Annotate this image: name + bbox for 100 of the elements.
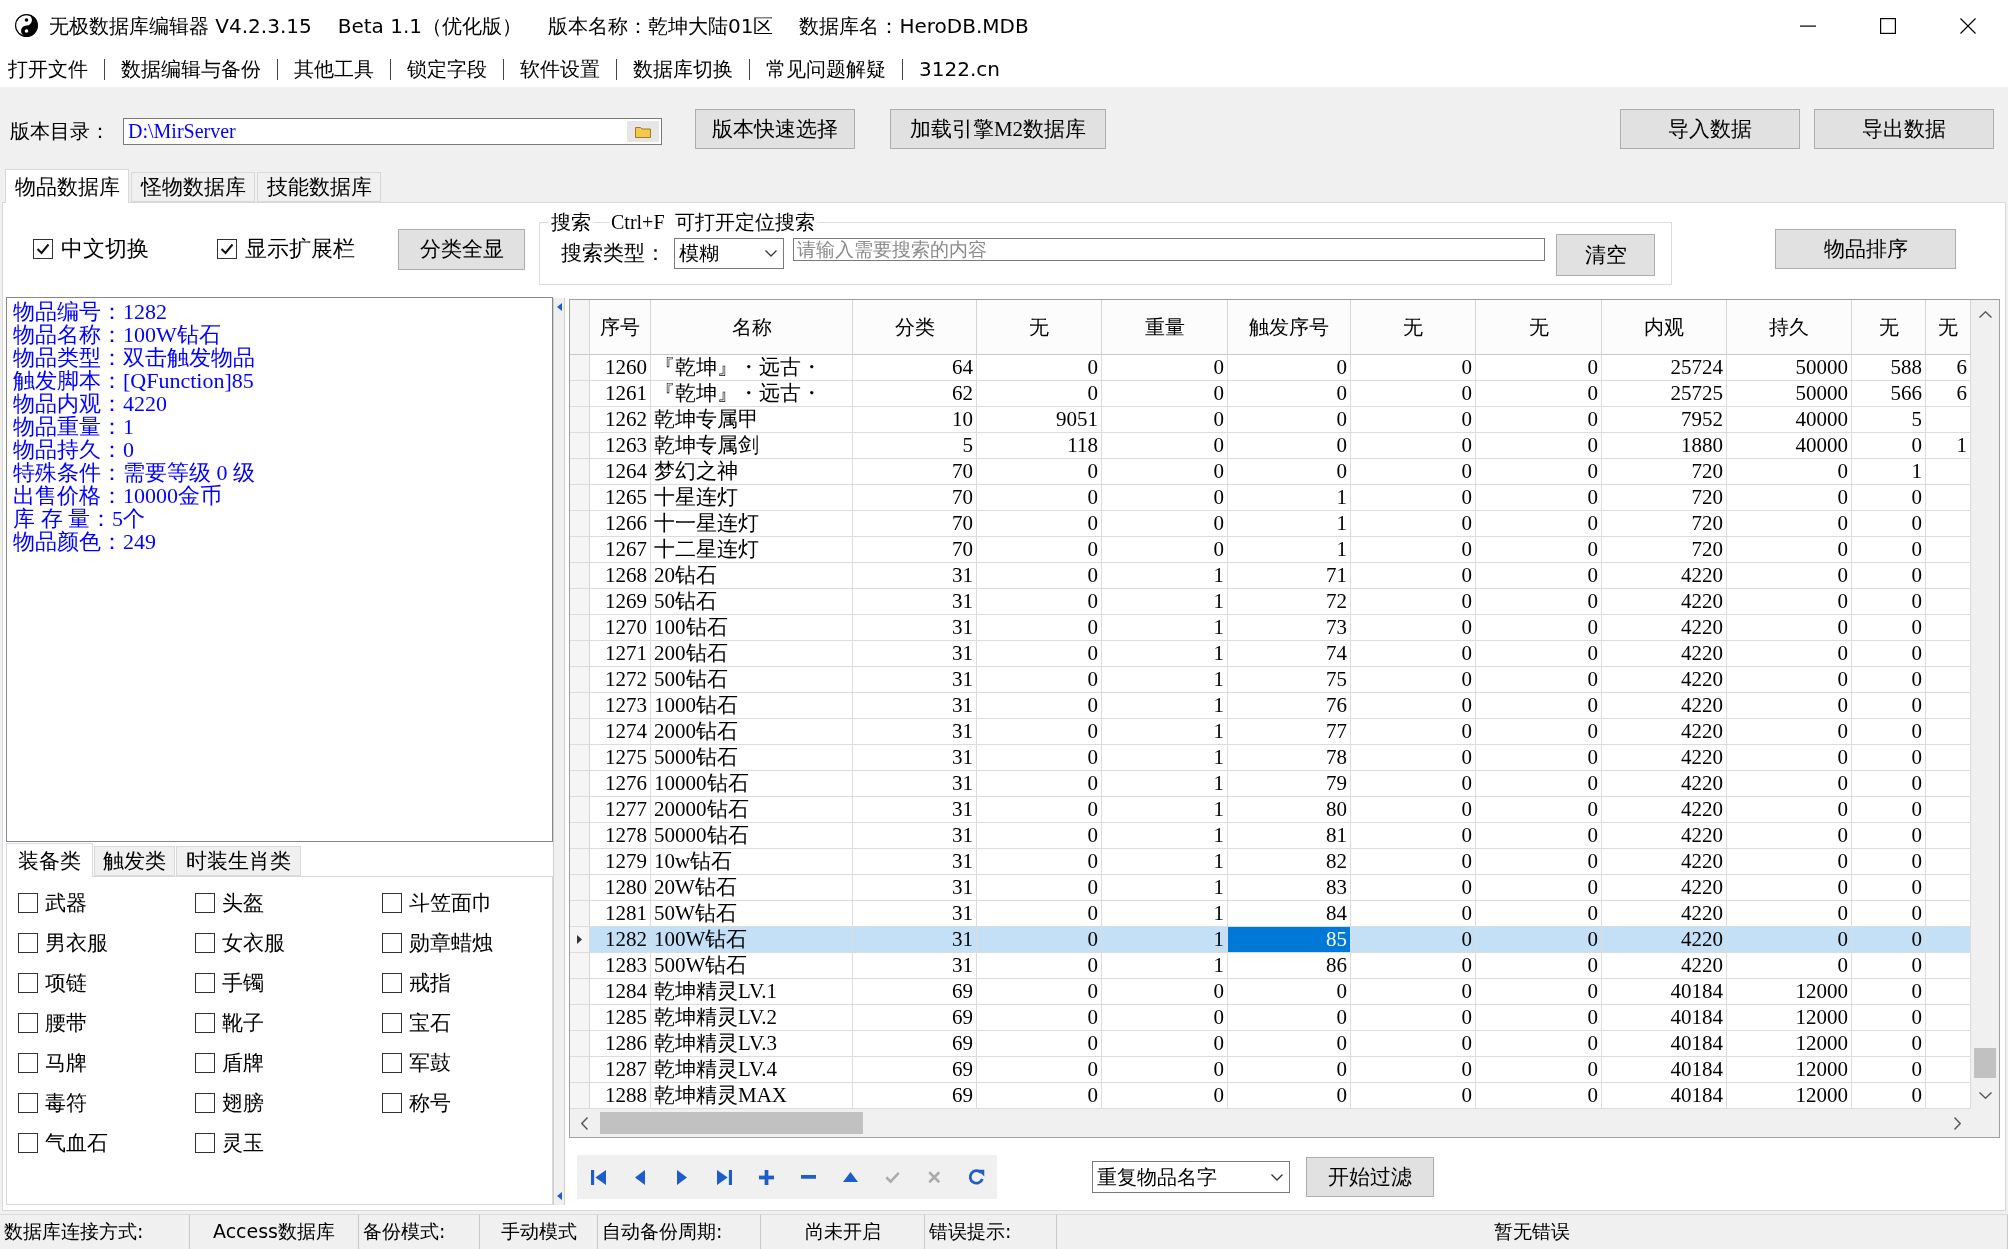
- table-row[interactable]: 1262 乾坤专属甲 10 9051 0 0 0 0 7952 40000 5: [570, 407, 1971, 433]
- table-row[interactable]: 1288 乾坤精灵MAX 69 0 0 0 0 0 40184 12000 0: [570, 1083, 1971, 1109]
- table-row[interactable]: 1265 十星连灯 70 0 0 1 0 0 720 0 0: [570, 485, 1971, 511]
- checkbox-label[interactable]: 盾牌: [222, 1050, 264, 1076]
- checkbox-label[interactable]: 腰带: [45, 1010, 87, 1036]
- checkbox[interactable]: [195, 893, 215, 913]
- scrollbar-thumb[interactable]: [1974, 1048, 1996, 1078]
- table-row[interactable]: 1271 200钻石 31 0 1 74 0 0 4220 0 0: [570, 641, 1971, 667]
- checkbox-label[interactable]: 斗笠面巾: [409, 890, 493, 916]
- caret-right-icon[interactable]: [1953, 1116, 1961, 1130]
- menu-item[interactable]: 常见问题解疑: [766, 56, 886, 82]
- checkbox-label[interactable]: 气血石: [45, 1130, 108, 1156]
- checkbox[interactable]: [382, 933, 402, 953]
- checkbox[interactable]: [382, 973, 402, 993]
- checkbox[interactable]: [18, 1053, 38, 1073]
- checkbox-label[interactable]: 手镯: [222, 970, 264, 996]
- table-row[interactable]: 1278 50000钻石 31 0 1 81 0 0 4220 0 0: [570, 823, 1971, 849]
- caret-up-icon[interactable]: [1978, 310, 1992, 318]
- checkbox-label[interactable]: 宝石: [409, 1010, 451, 1036]
- checkbox-label[interactable]: 靴子: [222, 1010, 264, 1036]
- checkbox-label[interactable]: 军鼓: [409, 1050, 451, 1076]
- table-row[interactable]: 1277 20000钻石 31 0 1 80 0 0 4220 0 0: [570, 797, 1971, 823]
- table-row[interactable]: 1274 2000钻石 31 0 1 77 0 0 4220 0 0: [570, 719, 1971, 745]
- checkbox[interactable]: [195, 1053, 215, 1073]
- checkbox-label[interactable]: 武器: [45, 890, 87, 916]
- scrollbar-thumb[interactable]: [600, 1112, 863, 1134]
- table-row[interactable]: 1270 100钻石 31 0 1 73 0 0 4220 0 0: [570, 615, 1971, 641]
- checkbox-label[interactable]: 毒符: [45, 1090, 87, 1116]
- checkbox[interactable]: [195, 973, 215, 993]
- checkbox-label[interactable]: 勋章蜡烛: [409, 930, 493, 956]
- clear-button[interactable]: 清空: [1556, 234, 1655, 276]
- sort-button[interactable]: 物品排序: [1775, 229, 1956, 269]
- tab[interactable]: 时装生肖类: [176, 846, 301, 876]
- table-row[interactable]: 1276 10000钻石 31 0 1 79 0 0 4220 0 0: [570, 771, 1971, 797]
- horizontal-scrollbar[interactable]: [570, 1109, 1971, 1137]
- checkbox[interactable]: [33, 239, 53, 259]
- checkbox[interactable]: [217, 239, 237, 259]
- caret-left-icon[interactable]: [556, 303, 562, 311]
- tab[interactable]: 装备类: [6, 843, 93, 877]
- table-row[interactable]: 1267 十二星连灯 70 0 0 1 0 0 720 0 0: [570, 537, 1971, 563]
- checkbox[interactable]: [382, 1013, 402, 1033]
- checkbox[interactable]: [18, 893, 38, 913]
- tab[interactable]: 技能数据库: [257, 172, 381, 202]
- checkbox[interactable]: [195, 933, 215, 953]
- menu-item[interactable]: 3122.cn: [919, 56, 1000, 82]
- checkbox-label[interactable]: 显示扩展栏: [245, 236, 355, 262]
- checkbox[interactable]: [18, 933, 38, 953]
- table-row[interactable]: 1260 『乾坤』・远古・ 64 0 0 0 0 0 25724 50000 588 6: [570, 355, 1971, 381]
- table-row[interactable]: 1282 100W钻石 31 0 1 85 0 0 4220 0 0: [570, 927, 1971, 953]
- table-row[interactable]: 1273 1000钻石 31 0 1 76 0 0 4220 0 0: [570, 693, 1971, 719]
- menu-item[interactable]: 软件设置: [520, 56, 600, 82]
- checkbox[interactable]: [195, 1093, 215, 1113]
- table-row[interactable]: 1281 50W钻石 31 0 1 84 0 0 4220 0 0: [570, 901, 1971, 927]
- show-all-button[interactable]: 分类全显: [398, 228, 525, 270]
- table-row[interactable]: 1263 乾坤专属剑 5 118 0 0 0 0 1880 40000 0 1: [570, 433, 1971, 459]
- toolbar-button[interactable]: 加载引擎M2数据库: [890, 109, 1106, 149]
- checkbox-label[interactable]: 戒指: [409, 970, 451, 996]
- checkbox[interactable]: [195, 1133, 215, 1153]
- tab[interactable]: 触发类: [94, 846, 175, 876]
- checkbox-label[interactable]: 灵玉: [222, 1130, 264, 1156]
- tab[interactable]: 物品数据库: [5, 169, 129, 203]
- table-row[interactable]: 1283 500W钻石 31 0 1 86 0 0 4220 0 0: [570, 953, 1971, 979]
- menu-item[interactable]: 数据编辑与备份: [121, 56, 261, 82]
- table-row[interactable]: 1275 5000钻石 31 0 1 78 0 0 4220 0 0: [570, 745, 1971, 771]
- checkbox[interactable]: [382, 1053, 402, 1073]
- checkbox[interactable]: [382, 1093, 402, 1113]
- filter-button[interactable]: 开始过滤: [1306, 1157, 1434, 1197]
- table-row[interactable]: 1261 『乾坤』・远古・ 62 0 0 0 0 0 25725 50000 566 6: [570, 381, 1971, 407]
- checkbox-label[interactable]: 女衣服: [222, 930, 285, 956]
- menu-item[interactable]: 数据库切换: [633, 56, 733, 82]
- import-button[interactable]: 导入数据: [1620, 109, 1800, 149]
- table-row[interactable]: 1286 乾坤精灵LV.3 69 0 0 0 0 0 40184 12000 0: [570, 1031, 1971, 1057]
- toolbar-button[interactable]: 版本快速选择: [695, 109, 855, 149]
- menu-item[interactable]: 打开文件: [8, 56, 88, 82]
- search-type-dropdown[interactable]: 模糊: [674, 238, 784, 269]
- menu-item[interactable]: 锁定字段: [407, 56, 487, 82]
- checkbox-label[interactable]: 翅膀: [222, 1090, 264, 1116]
- checkbox-label[interactable]: 头盔: [222, 890, 264, 916]
- checkbox-label[interactable]: 称号: [409, 1090, 451, 1116]
- checkbox[interactable]: [382, 893, 402, 913]
- table-row[interactable]: 1264 梦幻之神 70 0 0 0 0 0 720 0 1: [570, 459, 1971, 485]
- tab[interactable]: 怪物数据库: [131, 172, 255, 202]
- table-row[interactable]: 1287 乾坤精灵LV.4 69 0 0 0 0 0 40184 12000 0: [570, 1057, 1971, 1083]
- checkbox[interactable]: [18, 1013, 38, 1033]
- checkbox[interactable]: [18, 973, 38, 993]
- table-row[interactable]: 1285 乾坤精灵LV.2 69 0 0 0 0 0 40184 12000 0: [570, 1005, 1971, 1031]
- export-button[interactable]: 导出数据: [1814, 109, 1994, 149]
- table-row[interactable]: 1268 20钻石 31 0 1 71 0 0 4220 0 0: [570, 563, 1971, 589]
- caret-down-icon[interactable]: [1978, 1091, 1992, 1099]
- checkbox-label[interactable]: 马牌: [45, 1050, 87, 1076]
- caret-left-icon[interactable]: [556, 1192, 562, 1200]
- search-field[interactable]: 请输入需要搜索的内容: [793, 238, 1545, 261]
- table-row[interactable]: 1279 10w钻石 31 0 1 82 0 0 4220 0 0: [570, 849, 1971, 875]
- table-row[interactable]: 1266 十一星连灯 70 0 0 1 0 0 720 0 0: [570, 511, 1971, 537]
- checkbox[interactable]: [18, 1093, 38, 1113]
- table-row[interactable]: 1280 20W钻石 31 0 1 83 0 0 4220 0 0: [570, 875, 1971, 901]
- vertical-scrollbar[interactable]: [1971, 300, 1999, 1109]
- menu-item[interactable]: 其他工具: [294, 56, 374, 82]
- checkbox-label[interactable]: 男衣服: [45, 930, 108, 956]
- checkbox[interactable]: [18, 1133, 38, 1153]
